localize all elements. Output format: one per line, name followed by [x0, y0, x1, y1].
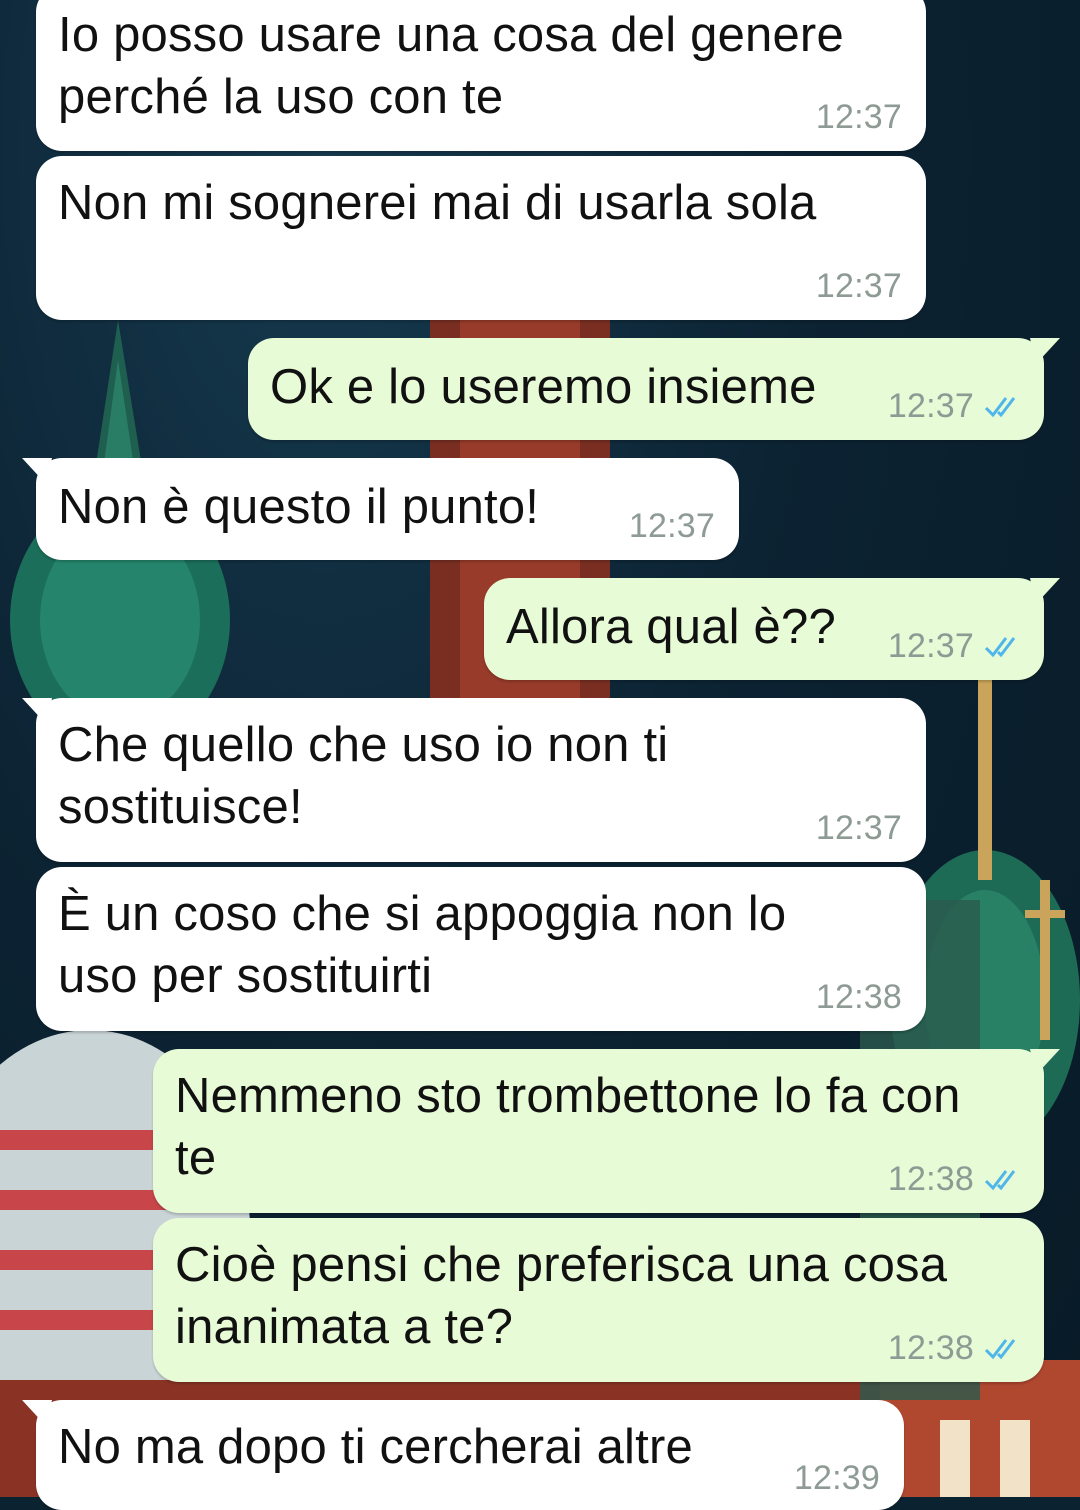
bubble-tail-icon — [1030, 578, 1060, 604]
message-bubble-outgoing[interactable]: Nemmeno sto trombettone lo fa con te 12:… — [153, 1049, 1060, 1213]
message-time: 12:37 — [815, 98, 902, 136]
message-meta: 12:37 — [816, 266, 902, 306]
message-meta: 12:38 — [888, 1328, 1024, 1368]
message-meta: 12:38 — [888, 1159, 1024, 1199]
message-bubble-outgoing[interactable]: Allora qual è?? 12:37 — [484, 578, 1060, 680]
message-meta: 12:37 — [816, 808, 902, 848]
message-bubble-outgoing[interactable]: Ok e lo useremo insieme 12:37 — [248, 338, 1060, 440]
message-text: Io posso usare una cosa del genere perch… — [58, 8, 844, 124]
message-bubble-incoming[interactable]: No ma dopo ti cercherai altre 12:39 — [22, 1400, 904, 1510]
message-list[interactable]: Io posso usare una cosa del genere perch… — [0, 0, 1080, 1510]
message-meta: 12:37 — [888, 386, 1024, 426]
message-meta: 12:39 — [794, 1458, 880, 1498]
message-text: Non mi sognerei mai di usarla sola — [58, 176, 817, 230]
message-meta: 12:37 — [629, 506, 715, 546]
message-text: Non è questo il punto! — [58, 480, 540, 534]
message-time: 12:38 — [887, 1329, 974, 1367]
bubble-tail-icon — [22, 458, 52, 484]
message-bubble-incoming[interactable]: Non è questo il punto! 12:37 — [22, 458, 739, 560]
message-text: Che quello che uso io non ti sostituisce… — [58, 718, 669, 834]
message-bubble-incoming[interactable]: È un coso che si appoggia non lo uso per… — [36, 867, 926, 1031]
message-time: 12:37 — [628, 507, 715, 545]
double-check-icon — [984, 1170, 1016, 1191]
message-bubble-incoming[interactable]: Io posso usare una cosa del genere perch… — [36, 0, 926, 151]
message-time: 12:39 — [793, 1459, 880, 1497]
double-check-icon — [984, 397, 1016, 418]
message-meta: 12:37 — [888, 626, 1024, 666]
message-time: 12:37 — [815, 267, 902, 305]
message-time: 12:38 — [887, 1160, 974, 1198]
double-check-icon — [984, 1339, 1016, 1360]
message-time: 12:37 — [887, 387, 974, 425]
message-time: 12:37 — [887, 627, 974, 665]
message-time: 12:37 — [815, 809, 902, 847]
message-meta: 12:37 — [816, 97, 902, 137]
message-time: 12:38 — [815, 978, 902, 1016]
message-bubble-incoming[interactable]: Non mi sognerei mai di usarla sola 12:37 — [36, 156, 926, 320]
message-text: È un coso che si appoggia non lo uso per… — [58, 887, 787, 1003]
message-text: No ma dopo ti cercherai altre — [58, 1420, 693, 1474]
double-check-icon — [984, 637, 1016, 658]
message-meta: 12:38 — [816, 977, 902, 1017]
bubble-tail-icon — [1030, 1049, 1060, 1075]
message-bubble-outgoing[interactable]: Cioè pensi che preferisca una cosa inani… — [153, 1218, 1044, 1382]
bubble-tail-icon — [22, 1400, 52, 1426]
bubble-tail-icon — [22, 698, 52, 724]
bubble-tail-icon — [1030, 338, 1060, 364]
message-bubble-incoming[interactable]: Che quello che uso io non ti sostituisce… — [22, 698, 926, 862]
